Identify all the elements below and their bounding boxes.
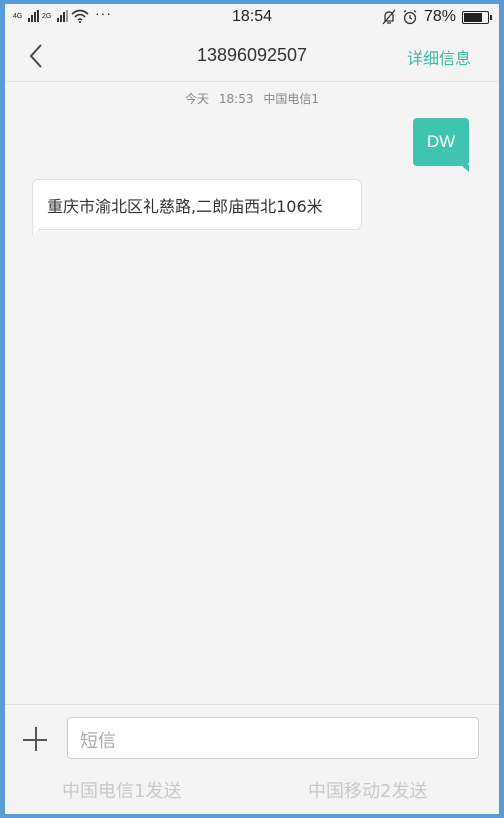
send-sim2-button[interactable]: 中国移动2发送 [308, 777, 427, 803]
nav-bar: 13896092507 详细信息 [5, 30, 499, 82]
battery-percent: 78% [423, 8, 456, 25]
sms-screen: 4G 2G ··· 18:54 78% 13896092507 详细信息 今天 … [5, 4, 499, 814]
timestamp-time: 18:53 [218, 92, 254, 106]
add-attachment-icon[interactable] [23, 727, 49, 753]
send-sim1-button[interactable]: 中国电信1发送 [62, 777, 181, 803]
timestamp-carrier: 中国电信1 [263, 92, 319, 106]
details-button[interactable]: 详细信息 [407, 45, 471, 69]
compose-bar: 短信 中国电信1发送 中国移动2发送 [5, 704, 499, 814]
message-timestamp: 今天 18:53 中国电信1 [5, 90, 499, 107]
sms-input[interactable]: 短信 [67, 717, 479, 759]
status-bar: 4G 2G ··· 18:54 78% [5, 4, 499, 30]
status-right: 78% [382, 8, 492, 26]
battery-icon [462, 10, 492, 24]
timestamp-day: 今天 [185, 92, 210, 106]
alarm-icon [403, 9, 417, 25]
battery-fill [464, 12, 482, 22]
incoming-message-bubble[interactable]: 重庆市渝北区礼慈路,二郎庙西北106米 [32, 179, 362, 235]
mute-icon [382, 9, 396, 25]
outgoing-message-bubble[interactable]: DW [413, 118, 469, 172]
